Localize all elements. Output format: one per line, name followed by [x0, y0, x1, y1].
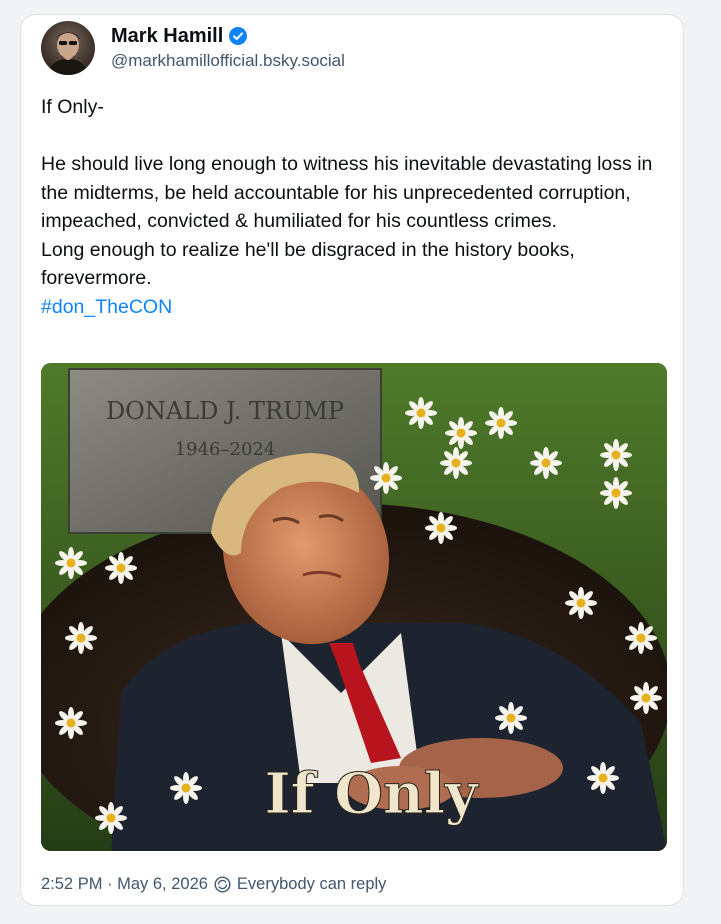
author-display-name[interactable]: Mark Hamill: [111, 25, 223, 48]
post-image[interactable]: DONALD J. TRUMP 1946–2024 If Only: [41, 363, 667, 851]
avatar-portrait-icon: [47, 32, 89, 75]
reply-setting-label[interactable]: Everybody can reply: [237, 875, 387, 894]
verified-badge-icon: [229, 27, 248, 45]
author-block: Mark Hamill @markhamillofficial.bsky.soc…: [111, 23, 345, 71]
post-card: Mark Hamill @markhamillofficial.bsky.soc…: [20, 14, 684, 906]
avatar[interactable]: [41, 21, 95, 75]
image-caption: If Only: [264, 761, 479, 827]
author-handle[interactable]: @markhamillofficial.bsky.social: [111, 51, 345, 71]
post-text-paragraph: He should live long enough to witness hi…: [41, 153, 653, 232]
reply-settings-icon: [214, 876, 231, 893]
hashtag-link[interactable]: #don_TheCON: [41, 296, 172, 318]
post-text-paragraph: Long enough to realize he'll be disgrace…: [41, 238, 575, 290]
post-text-line: If Only-: [41, 96, 104, 118]
post-text: If Only- He should live long enough to w…: [41, 93, 671, 321]
headstone-dates: 1946–2024: [175, 439, 276, 460]
author-name-row: Mark Hamill: [111, 23, 345, 49]
headstone-name: DONALD J. TRUMP: [106, 397, 344, 425]
post-timestamp[interactable]: 2:52 PM · May 6, 2026: [41, 875, 208, 894]
post-footer: 2:52 PM · May 6, 2026 Everybody can repl…: [41, 875, 386, 894]
